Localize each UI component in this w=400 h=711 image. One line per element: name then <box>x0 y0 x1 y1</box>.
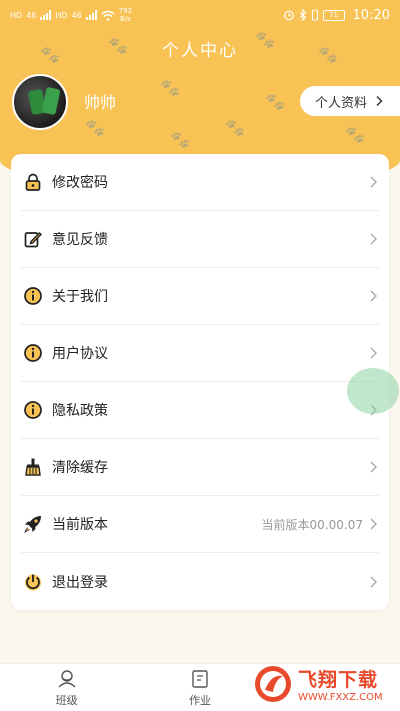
info-icon <box>21 341 45 365</box>
sim-label-1: HD <box>10 10 23 20</box>
watermark-url: WWW.FXXZ.COM <box>298 691 383 703</box>
watermark-logo-icon <box>255 665 291 702</box>
sim-label-2: HD <box>55 10 68 20</box>
menu-item-current-version[interactable]: 当前版本 当前版本00.00.07 <box>21 496 379 553</box>
paw-decoration-icon: 🐾 <box>160 78 180 97</box>
signal-icon <box>85 10 97 20</box>
alarm-icon <box>283 10 294 21</box>
menu-item-change-password[interactable]: 修改密码 <box>21 154 379 211</box>
tab-homework[interactable]: 作业 <box>133 664 266 711</box>
menu-item-label: 退出登录 <box>52 574 108 591</box>
class-icon <box>58 670 76 688</box>
network-type-1: 46 <box>26 10 37 20</box>
chevron-right-icon <box>370 347 377 359</box>
chevron-right-icon <box>376 95 383 107</box>
menu-item-about-us[interactable]: 关于我们 <box>21 268 379 325</box>
net-speed-unit: B/s <box>120 15 131 23</box>
menu-item-label: 清除缓存 <box>52 460 108 476</box>
power-icon <box>21 570 45 594</box>
paw-decoration-icon: 🐾 <box>225 118 245 137</box>
homework-icon <box>192 670 208 688</box>
bluetooth-icon <box>299 9 306 21</box>
chevron-right-icon <box>370 233 377 245</box>
menu-item-clear-cache[interactable]: 清除缓存 <box>21 439 379 496</box>
version-value: 当前版本00.00.07 <box>261 517 363 532</box>
profile-details-label: 个人资料 <box>315 95 368 111</box>
watermark-text: 飞翔下载 WWW.FXXZ.COM <box>298 665 383 703</box>
menu-item-label: 用户协议 <box>52 346 108 362</box>
paw-decoration-icon: 🐾 <box>265 92 285 111</box>
chevron-right-icon <box>370 518 377 530</box>
chevron-right-icon <box>370 576 377 587</box>
menu-item-label: 意见反馈 <box>52 232 108 248</box>
tab-label: 班级 <box>55 694 78 707</box>
lock-icon <box>21 170 45 194</box>
tab-label: 作业 <box>188 694 211 707</box>
username: 帅帅 <box>84 93 117 112</box>
menu-item-feedback[interactable]: 意见反馈 <box>21 211 379 268</box>
status-time: 10:20 <box>352 7 390 23</box>
menu-item-privacy-policy[interactable]: 隐私政策 <box>21 382 379 439</box>
watermark: 飞翔下载 WWW.FXXZ.COM <box>253 656 393 711</box>
chevron-right-icon <box>370 461 377 473</box>
broom-icon <box>21 455 45 479</box>
touch-indicator <box>347 368 399 414</box>
status-bar: HD 46 HD 46 792 B/s 71 10:20 <box>0 0 400 30</box>
rocket-icon <box>21 512 45 536</box>
avatar-image-detail <box>41 86 61 116</box>
network-type-2: 46 <box>71 10 82 20</box>
battery-icon: 71 <box>322 9 345 21</box>
avatar[interactable] <box>12 74 68 130</box>
profile-details-button[interactable]: 个人资料 <box>300 86 400 116</box>
menu-item-user-agreement[interactable]: 用户协议 <box>21 325 379 382</box>
page-title: 个人中心 <box>162 41 238 61</box>
chevron-right-icon <box>370 176 377 188</box>
settings-menu: 修改密码 意见反馈 关于我们 用户协议 隐私政策 清除缓存 当前版本 当前版本0… <box>11 154 389 610</box>
menu-item-label: 隐私政策 <box>52 403 108 419</box>
status-left: HD 46 HD 46 792 B/s <box>10 7 132 23</box>
info-icon <box>21 284 45 308</box>
watermark-title: 飞翔下载 <box>298 668 379 691</box>
menu-item-label: 当前版本 <box>52 517 108 533</box>
menu-item-label: 修改密码 <box>52 175 108 191</box>
net-speed-value: 792 <box>118 7 133 15</box>
net-speed: 792 B/s <box>119 7 132 23</box>
menu-item-logout[interactable]: 退出登录 <box>21 553 379 610</box>
paw-decoration-icon: 🐾 <box>170 130 190 149</box>
wifi-icon <box>101 10 115 21</box>
paw-decoration-icon: 🐾 <box>345 125 365 144</box>
menu-item-label: 关于我们 <box>52 289 108 305</box>
paw-decoration-icon: 🐾 <box>85 118 105 137</box>
tab-class[interactable]: 班级 <box>0 664 133 711</box>
signal-icon <box>40 10 52 20</box>
info-icon <box>21 398 45 422</box>
vibrate-icon <box>311 9 318 21</box>
edit-icon <box>21 227 45 251</box>
chevron-right-icon <box>370 290 377 302</box>
status-right: 71 10:20 <box>283 8 390 23</box>
